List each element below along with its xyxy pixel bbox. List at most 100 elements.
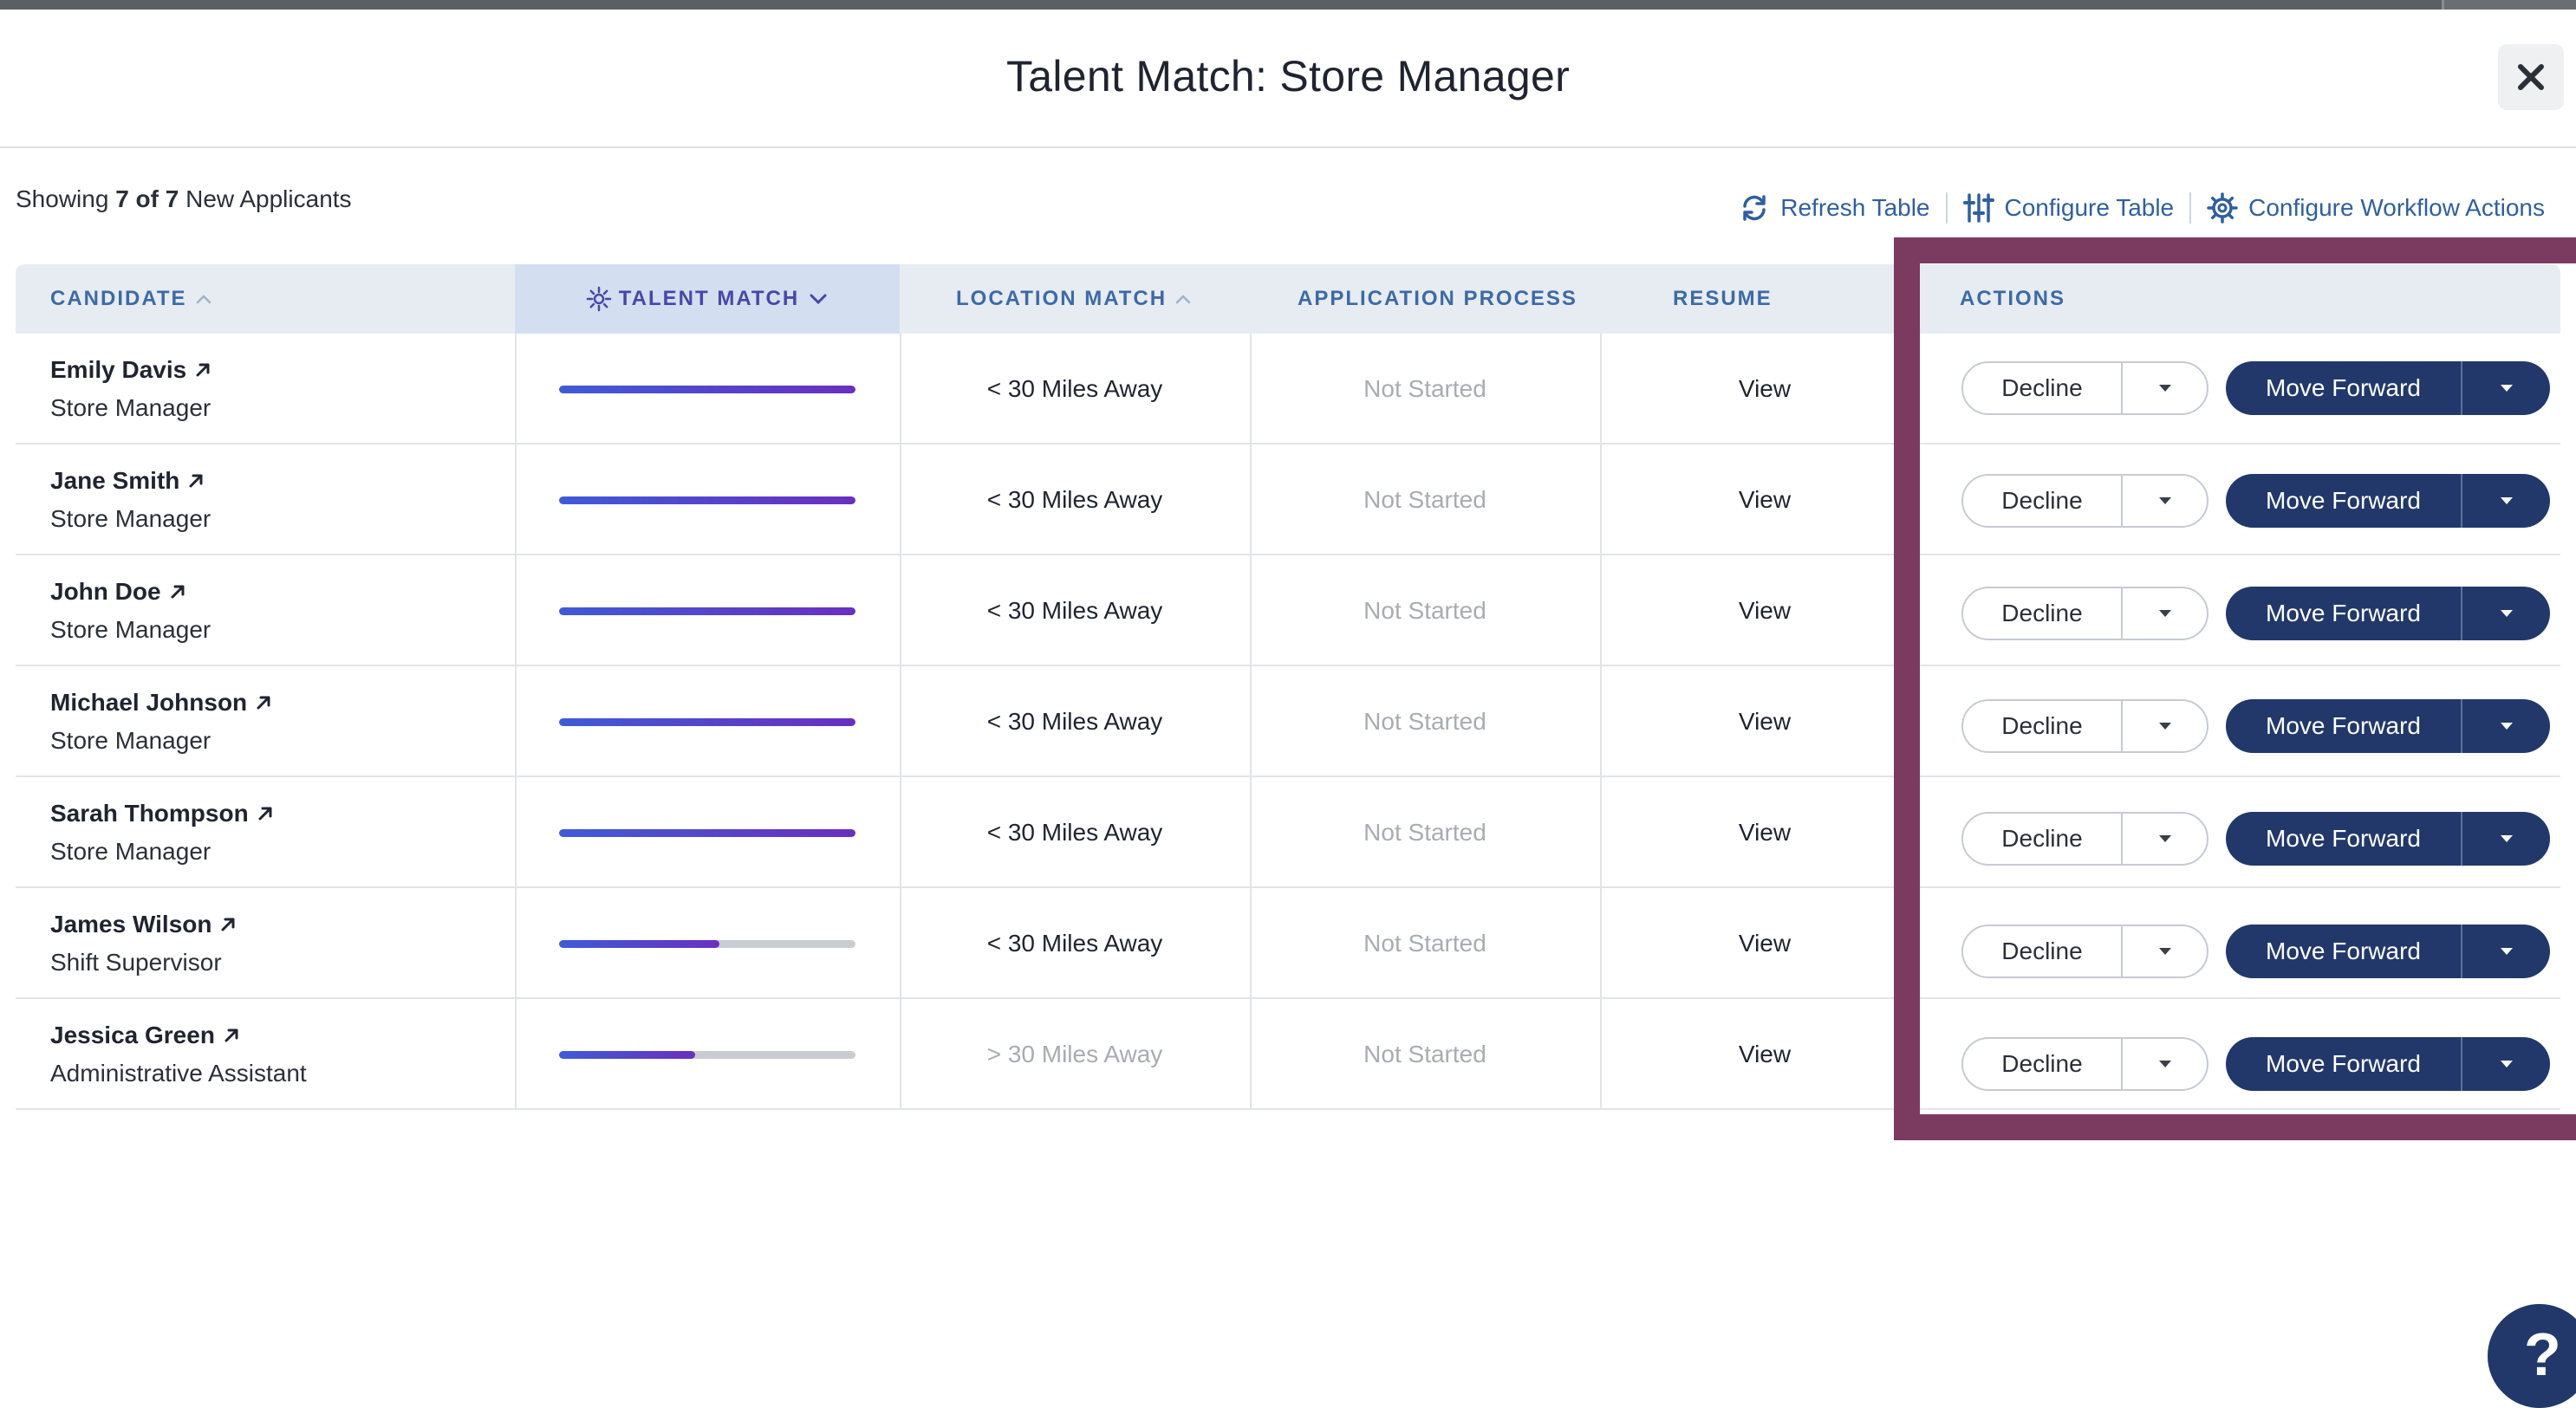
column-talent-match-label: TALENT MATCH — [618, 287, 800, 310]
candidate-name-link[interactable]: Michael Johnson — [50, 689, 273, 717]
decline-button-group: Decline — [1961, 361, 2208, 415]
decline-button[interactable]: Decline — [1963, 1039, 2123, 1089]
resume-view-link[interactable]: View — [1600, 334, 1929, 444]
move-forward-button[interactable]: Move Forward — [2226, 474, 2462, 528]
move-forward-button[interactable]: Move Forward — [2226, 699, 2462, 753]
decline-button[interactable]: Decline — [1963, 363, 2123, 413]
external-link-icon — [196, 363, 210, 377]
decline-button[interactable]: Decline — [1963, 926, 2123, 977]
configure-table-button[interactable]: Configure Table — [1945, 192, 2190, 224]
move-forward-options-button[interactable] — [2462, 925, 2550, 978]
modal-title: Talent Match: Store Manager — [1005, 52, 1571, 101]
decline-button[interactable]: Decline — [1963, 701, 2123, 751]
move-forward-button[interactable]: Move Forward — [2226, 361, 2462, 415]
resume-view-link[interactable]: View — [1600, 999, 1929, 1110]
configure-workflow-button[interactable]: Configure Workflow Actions — [2189, 192, 2560, 224]
caret-down-icon — [2500, 497, 2513, 504]
move-forward-options-button[interactable] — [2462, 699, 2550, 753]
refresh-icon — [1743, 195, 1766, 221]
external-link-icon — [221, 918, 235, 931]
column-candidate[interactable]: CANDIDATE — [50, 264, 213, 334]
candidate-name-link[interactable]: James Wilson — [50, 911, 237, 938]
candidate-role: Store Manager — [50, 616, 211, 643]
candidate-name-link[interactable]: Jane Smith — [50, 467, 211, 495]
decline-options-button[interactable] — [2123, 476, 2207, 526]
decline-button[interactable]: Decline — [1963, 588, 2123, 639]
move-forward-options-button[interactable] — [2462, 474, 2550, 528]
application-process-cell: Not Started — [1363, 708, 1486, 735]
caret-down-icon — [2500, 835, 2513, 842]
move-forward-button[interactable]: Move Forward — [2226, 587, 2462, 640]
talent-match-bar — [559, 939, 855, 948]
candidate-role: Shift Supervisor — [50, 949, 222, 976]
close-button[interactable] — [2498, 44, 2564, 110]
candidate-name-link[interactable]: John Doe — [50, 578, 211, 606]
talent-match-bar — [559, 385, 855, 393]
candidate-role: Store Manager — [50, 394, 211, 421]
resume-view-link[interactable]: View — [1600, 555, 1929, 666]
talent-match-cell — [515, 777, 900, 888]
decline-button-group: Decline — [1961, 812, 2208, 866]
move-forward-options-button[interactable] — [2462, 1037, 2550, 1091]
candidate-cell: Michael Johnson Store Manager — [50, 689, 273, 755]
decline-options-button[interactable] — [2123, 701, 2207, 751]
column-location-match[interactable]: LOCATION MATCH — [956, 264, 1193, 334]
resume-view-link[interactable]: View — [1600, 444, 1929, 555]
resume-view-link[interactable]: View — [1600, 777, 1929, 888]
decline-options-button[interactable] — [2123, 814, 2207, 864]
column-location-match-label: LOCATION MATCH — [956, 287, 1168, 310]
location-match-cell: < 30 Miles Away — [986, 486, 1163, 513]
talent-match-cell — [515, 334, 900, 444]
resume-view-link[interactable]: View — [1600, 666, 1929, 777]
talent-match-bar-fill — [559, 1050, 696, 1059]
candidate-name-link[interactable]: Jessica Green — [50, 1022, 307, 1049]
decline-button-group: Decline — [1961, 925, 2208, 978]
sliders-icon — [1962, 193, 1994, 223]
decline-options-button[interactable] — [2123, 588, 2207, 639]
decline-options-button[interactable] — [2123, 1039, 2207, 1089]
candidate-role: Store Manager — [50, 505, 211, 532]
move-forward-button[interactable]: Move Forward — [2226, 812, 2462, 866]
move-forward-button[interactable]: Move Forward — [2226, 925, 2462, 978]
move-forward-options-button[interactable] — [2462, 587, 2550, 640]
table-header: CANDIDATE TALENT MATCH LOCATION MATCH AP… — [16, 264, 2560, 334]
external-link-icon — [171, 585, 185, 599]
candidate-cell: James Wilson Shift Supervisor — [50, 911, 237, 977]
application-process-cell: Not Started — [1363, 486, 1486, 513]
candidate-name-link[interactable]: Sarah Thompson — [50, 800, 275, 827]
decline-button-group: Decline — [1961, 699, 2208, 753]
candidate-role: Store Manager — [50, 727, 211, 754]
table-toolbar: Refresh Table Configure Table Configure … — [1723, 192, 2560, 224]
candidate-name-link[interactable]: Emily Davis — [50, 356, 212, 384]
candidate-cell: Jessica Green Administrative Assistant — [50, 1022, 307, 1087]
caret-down-icon — [2158, 497, 2171, 504]
decline-options-button[interactable] — [2123, 363, 2207, 413]
help-button[interactable]: ? — [2488, 1304, 2576, 1408]
caret-down-icon — [2500, 610, 2513, 617]
talent-match-cell — [515, 888, 900, 999]
decline-button[interactable]: Decline — [1963, 814, 2123, 864]
location-match-cell: < 30 Miles Away — [986, 375, 1163, 402]
refresh-table-button[interactable]: Refresh Table — [1723, 192, 1945, 224]
candidate-name: Jane Smith — [50, 467, 180, 494]
application-process-cell: Not Started — [1363, 597, 1486, 624]
move-forward-options-button[interactable] — [2462, 361, 2550, 415]
applicant-count-prefix: Showing — [16, 185, 116, 212]
column-resume-label: RESUME — [1673, 287, 1773, 310]
decline-button-group: Decline — [1961, 1037, 2208, 1091]
resume-view-link[interactable]: View — [1600, 888, 1929, 999]
talent-match-bar — [559, 1050, 855, 1059]
candidate-role: Store Manager — [50, 838, 211, 865]
move-forward-options-button[interactable] — [2462, 812, 2550, 866]
caret-down-icon — [2158, 1061, 2171, 1067]
move-forward-button-group: Move Forward — [2226, 1037, 2550, 1091]
decline-button-group: Decline — [1961, 587, 2208, 640]
decline-button[interactable]: Decline — [1963, 476, 2123, 526]
move-forward-button[interactable]: Move Forward — [2226, 1037, 2462, 1091]
talent-match-cell — [515, 666, 900, 777]
window-top-strip — [0, 0, 2576, 10]
decline-options-button[interactable] — [2123, 926, 2207, 977]
location-match-cell: < 30 Miles Away — [986, 597, 1163, 624]
column-talent-match[interactable]: TALENT MATCH — [515, 264, 900, 334]
location-match-cell: > 30 Miles Away — [986, 1041, 1163, 1067]
